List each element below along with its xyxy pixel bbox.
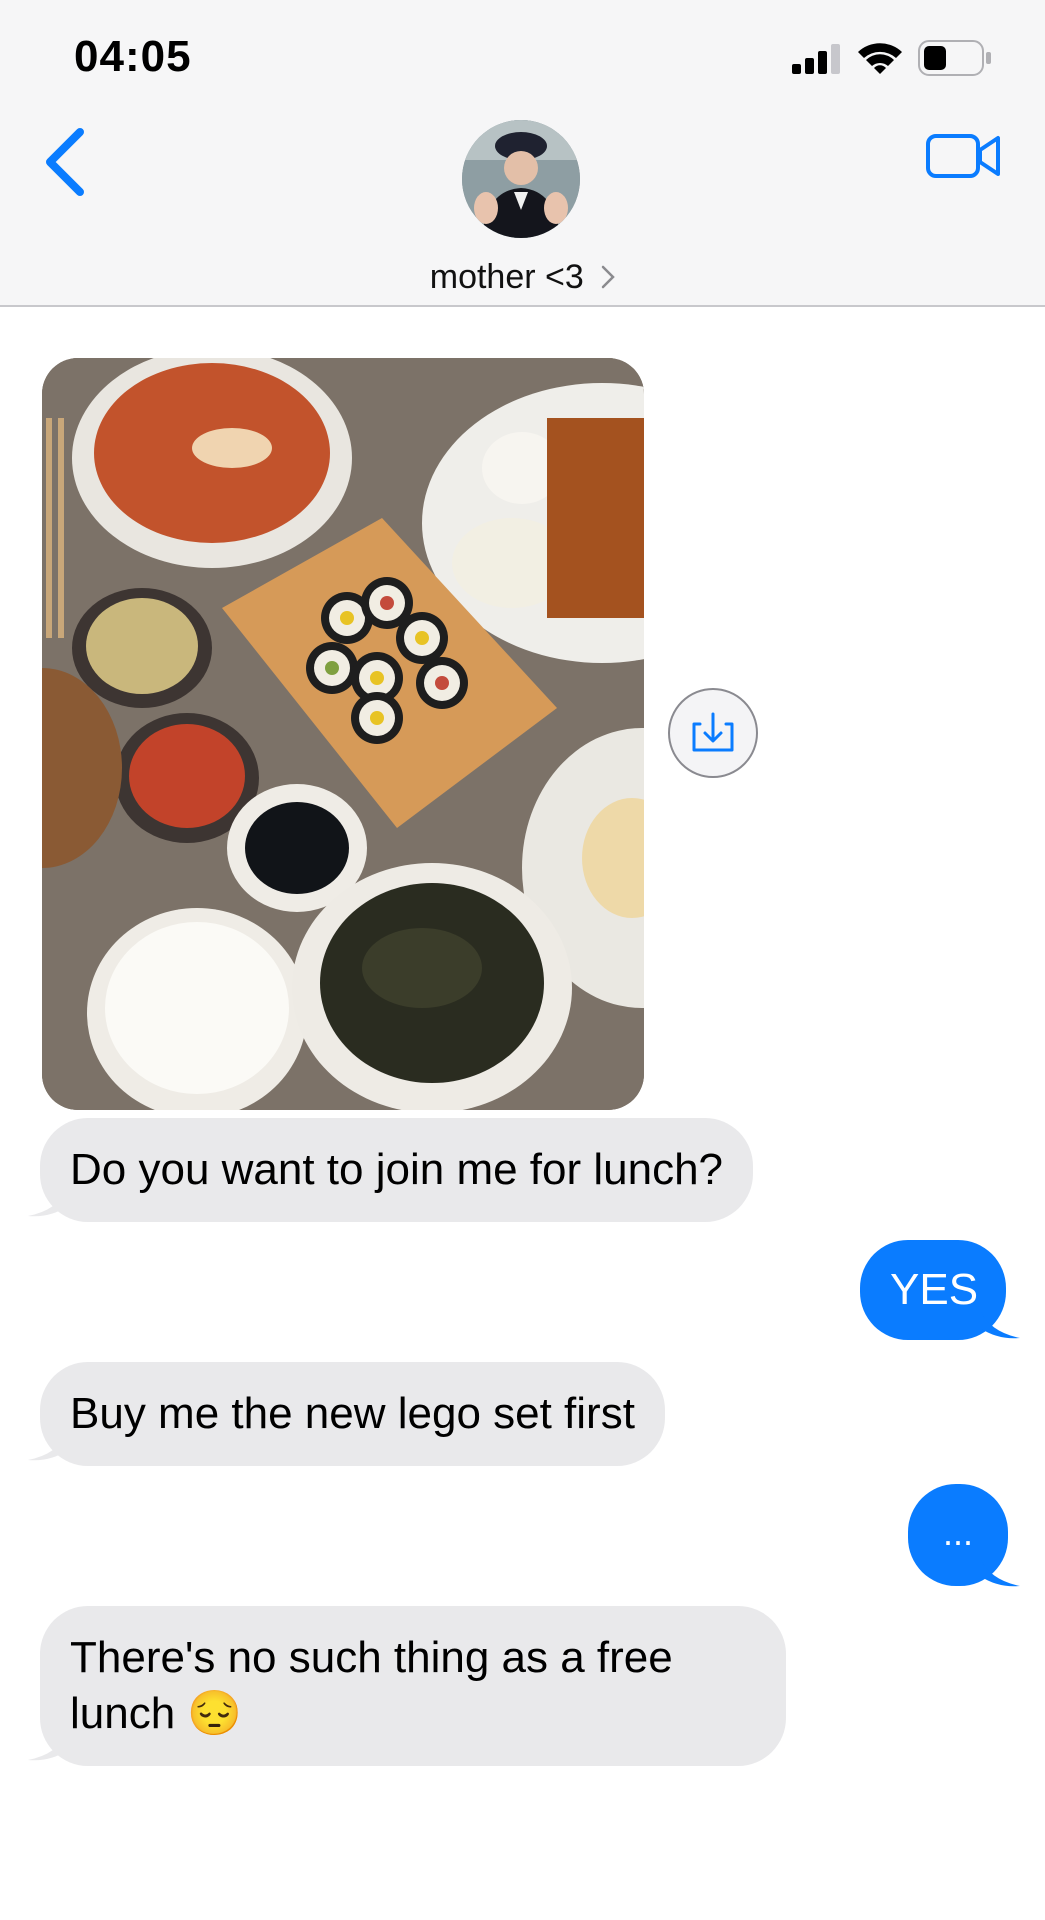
pensive-face-emoji: 😔 <box>187 1689 243 1738</box>
message-text-line2-words: lunch <box>70 1689 176 1738</box>
message-text: YES <box>890 1265 979 1314</box>
avatar-image <box>462 120 580 238</box>
chevron-right-icon <box>601 265 616 289</box>
conversation-header: 04:05 mother <3 <box>0 0 1045 307</box>
food-photo <box>42 358 644 1110</box>
incoming-message-bubble[interactable]: There's no such thing as a free lunch 😔 <box>40 1606 786 1766</box>
incoming-message-bubble[interactable]: Buy me the new lego set first <box>40 1362 665 1466</box>
message-text: Buy me the new lego set first <box>70 1389 635 1438</box>
bubble-tail <box>28 1432 68 1461</box>
save-download-icon <box>692 712 734 752</box>
signal-icon <box>792 44 840 74</box>
contact-avatar[interactable] <box>462 120 580 238</box>
bubble-tail <box>980 1558 1020 1587</box>
message-text-line2: lunch 😔 <box>70 1686 756 1742</box>
back-chevron-icon[interactable] <box>40 124 90 200</box>
bubble-tail <box>980 1310 1020 1339</box>
incoming-message-bubble[interactable]: Do you want to join me for lunch? <box>40 1118 754 1222</box>
battery-icon <box>918 40 991 76</box>
wifi-icon <box>858 43 902 74</box>
save-photo-button[interactable] <box>668 688 758 778</box>
message-text: ... <box>942 1512 973 1553</box>
video-camera-icon[interactable] <box>926 132 1000 180</box>
message-text-line1: There's no such thing as a free <box>70 1633 673 1682</box>
status-time: 04:05 <box>74 32 192 81</box>
bubble-tail <box>28 1188 68 1217</box>
contact-name-row[interactable]: mother <3 <box>0 256 1045 297</box>
food-photo-message[interactable] <box>42 358 644 1110</box>
bubble-tail <box>28 1732 68 1761</box>
contact-name: mother <3 <box>429 257 584 296</box>
message-text: Do you want to join me for lunch? <box>70 1145 724 1194</box>
